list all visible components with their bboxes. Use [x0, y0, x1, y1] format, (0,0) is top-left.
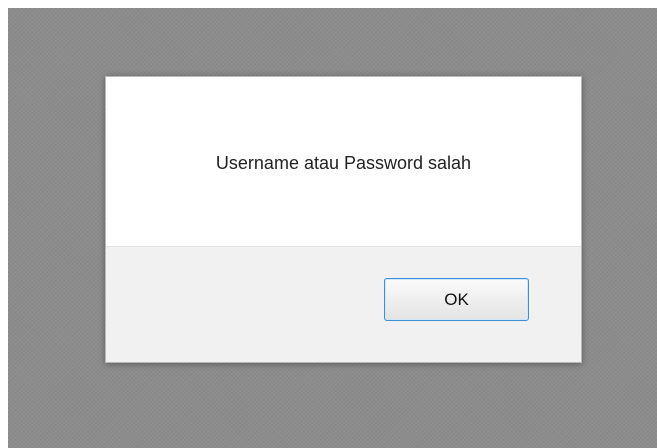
page: Username atau Password salah OK — [0, 0, 657, 448]
dialog-footer: OK — [106, 246, 581, 362]
alert-dialog: Username atau Password salah OK — [105, 76, 582, 363]
ok-button[interactable]: OK — [384, 278, 529, 321]
dialog-body: Username atau Password salah — [106, 77, 581, 247]
dialog-message: Username atau Password salah — [215, 152, 472, 173]
